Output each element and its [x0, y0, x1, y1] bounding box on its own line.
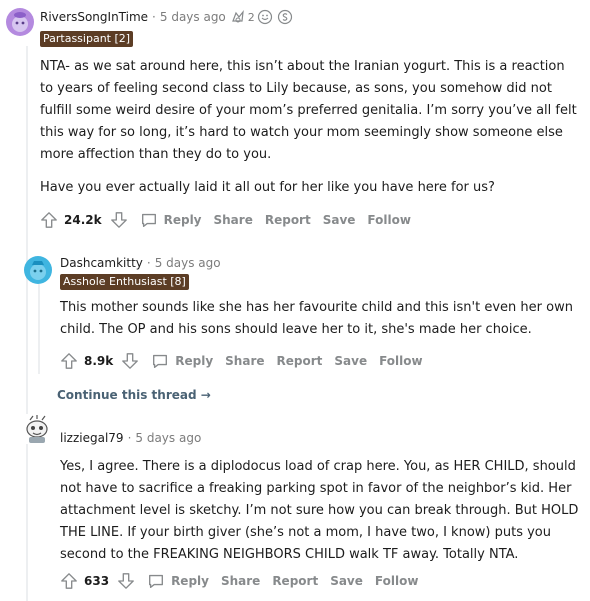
comment-icon	[141, 213, 156, 227]
report-button[interactable]: Report	[272, 574, 318, 588]
avatar[interactable]	[6, 8, 34, 36]
share-button[interactable]: Share	[225, 354, 264, 368]
separator-dot: ·	[146, 256, 151, 270]
wholesome-award-icon	[257, 9, 272, 25]
upvote-icon[interactable]	[60, 352, 78, 370]
reply-button[interactable]: Reply	[147, 572, 209, 590]
timestamp[interactable]: 5 days ago	[160, 10, 226, 24]
thread-line-root[interactable]	[26, 46, 28, 601]
follow-button[interactable]: Follow	[375, 574, 419, 588]
follow-button[interactable]: Follow	[379, 354, 423, 368]
username[interactable]: RiversSongInTime	[40, 10, 148, 24]
comment-body: This mother sounds like she has her favo…	[60, 297, 582, 341]
username[interactable]: Dashcamkitty	[60, 256, 143, 270]
comment-meta: RiversSongInTime · 5 days ago 2	[40, 9, 293, 25]
comment-meta: lizziegal79 · 5 days ago	[60, 431, 201, 445]
avatar[interactable]	[24, 256, 52, 284]
vote-score: 633	[84, 574, 110, 588]
save-button[interactable]: Save	[323, 213, 356, 227]
follow-button[interactable]: Follow	[367, 213, 411, 227]
timestamp[interactable]: 5 days ago	[155, 256, 221, 270]
user-flair: Asshole Enthusiast [8]	[60, 274, 189, 290]
snoo-avatar-icon	[12, 12, 28, 32]
comment-paragraph: This mother sounds like she has her favo…	[60, 300, 573, 337]
reply-label: Reply	[171, 574, 209, 588]
vote-group: 633	[60, 572, 135, 590]
award-count: 2	[247, 10, 255, 24]
vote-group: 8.9k	[60, 352, 139, 370]
comment-paragraph: Have you ever actually laid it all out f…	[40, 180, 495, 195]
comment-actions: 633 Reply Share Report Save Follow	[60, 571, 418, 591]
user-flair: Partassipant [2]	[40, 31, 134, 47]
timestamp[interactable]: 5 days ago	[135, 431, 201, 445]
award-group[interactable]: 2	[230, 9, 293, 25]
username[interactable]: lizziegal79	[60, 431, 124, 445]
reply-label: Reply	[175, 354, 214, 368]
comment-paragraph: Yes, I agree. There is a diplodocus load…	[60, 459, 579, 562]
upvote-icon[interactable]	[40, 211, 58, 229]
reply-button[interactable]: Reply	[140, 211, 202, 229]
snoo-avatar-icon	[30, 261, 46, 280]
downvote-icon[interactable]	[117, 572, 135, 590]
comment-body: NTA- as we sat around here, this isn’t a…	[40, 56, 580, 199]
separator-dot: ·	[127, 431, 132, 445]
comment-actions: 24.2k Reply Share Report Save Follow	[40, 210, 411, 230]
comment-actions: 8.9k Reply Share Report Save Follow	[60, 351, 423, 371]
award-icon	[231, 10, 244, 23]
save-button[interactable]: Save	[334, 354, 367, 368]
comment-body: Yes, I agree. There is a diplodocus load…	[60, 456, 582, 566]
separator-dot: ·	[152, 10, 156, 24]
report-button[interactable]: Report	[277, 354, 323, 368]
comment-icon	[153, 354, 168, 368]
upvote-icon[interactable]	[60, 572, 78, 590]
share-button[interactable]: Share	[214, 213, 253, 227]
report-button[interactable]: Report	[265, 213, 311, 227]
downvote-icon[interactable]	[110, 211, 128, 229]
comment-paragraph: NTA- as we sat around here, this isn’t a…	[40, 59, 577, 162]
comment-icon	[149, 574, 164, 588]
downvote-icon[interactable]	[121, 352, 139, 370]
vote-group: 24.2k	[40, 211, 128, 229]
silver-award-icon	[277, 9, 292, 25]
vote-score: 24.2k	[64, 213, 102, 227]
share-button[interactable]: Share	[221, 574, 260, 588]
thread-line-reply[interactable]	[38, 284, 40, 374]
comment-meta: Dashcamkitty · 5 days ago	[60, 256, 221, 270]
reply-button[interactable]: Reply	[151, 352, 213, 370]
continue-thread-link[interactable]: Continue this thread →	[57, 388, 211, 402]
save-button[interactable]: Save	[330, 574, 363, 588]
snoo-avatar-icon	[26, 415, 48, 443]
vote-score: 8.9k	[84, 354, 114, 368]
reply-label: Reply	[163, 213, 202, 227]
avatar[interactable]	[22, 414, 52, 444]
